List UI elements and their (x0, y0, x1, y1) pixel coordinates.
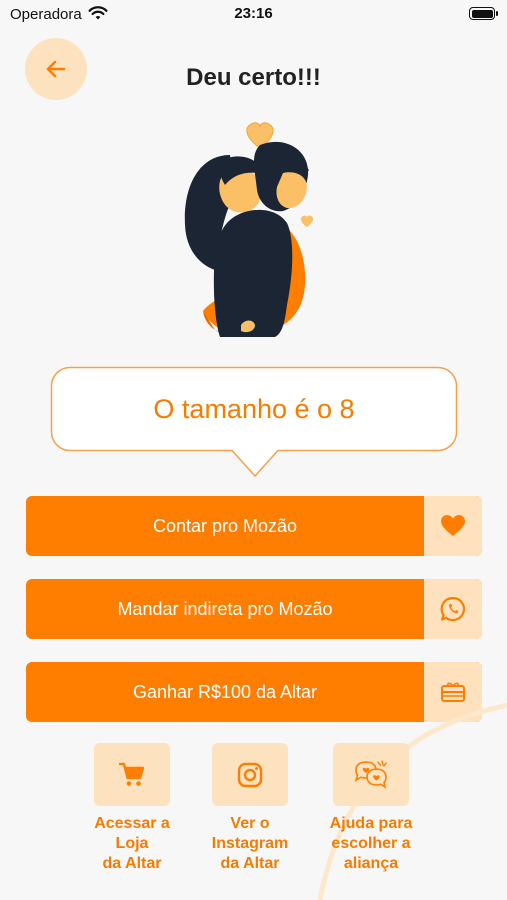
store-caption: Acessar a Loja da Altar (66, 814, 198, 874)
instagram-icon (237, 762, 263, 787)
heart-icon (441, 515, 465, 536)
whatsapp-icon-box (424, 579, 482, 639)
result-bubble: O tamanho é o 8 (50, 366, 458, 481)
ring-help-shortcut[interactable]: Ajuda para escolher a aliança (305, 743, 437, 874)
ring-help-caption-line: aliança (343, 855, 399, 872)
instagram-caption: Ver o Instagram da Altar (184, 814, 316, 874)
clock: 23:16 (234, 5, 273, 22)
status-bar: Operadora 23:16 (0, 0, 507, 28)
send-hint-label: Mandar indireta pro Mozão (117, 599, 333, 619)
heart-icon-box (424, 496, 482, 556)
send-hint-button[interactable]: Mandar indireta pro Mozão (26, 579, 482, 639)
store-caption-line: Loja (115, 835, 149, 852)
instagram-icon-box (212, 743, 288, 806)
ring-help-icon-box (333, 743, 409, 806)
store-caption-line: da Altar (102, 855, 162, 872)
shopping-cart-icon (118, 762, 145, 786)
whatsapp-icon (440, 596, 465, 622)
instagram-caption-line: da Altar (220, 855, 280, 872)
tell-partner-label: Contar pro Mozão (152, 516, 298, 536)
battery-icon (469, 7, 498, 20)
chat-hearts-icon (354, 759, 387, 789)
result-text: O tamanho é o 8 (153, 394, 355, 424)
instagram-caption-line: Instagram (211, 835, 289, 852)
instagram-shortcut[interactable]: Ver o Instagram da Altar (184, 743, 316, 874)
instagram-caption-line: Ver o (230, 815, 270, 832)
store-icon-box (94, 743, 170, 806)
store-caption-line: Acessar a (94, 815, 170, 832)
ring-help-caption-line: Ajuda para (329, 815, 413, 832)
store-shortcut[interactable]: Acessar a Loja da Altar (66, 743, 198, 874)
ring-help-caption-line: escolher a (331, 835, 411, 852)
page-title: Deu certo!!! (186, 64, 321, 91)
tell-partner-button[interactable]: Contar pro Mozão (26, 496, 482, 556)
ring-help-caption: Ajuda para escolher a aliança (305, 814, 437, 874)
couple-hug-illustration (184, 122, 314, 337)
